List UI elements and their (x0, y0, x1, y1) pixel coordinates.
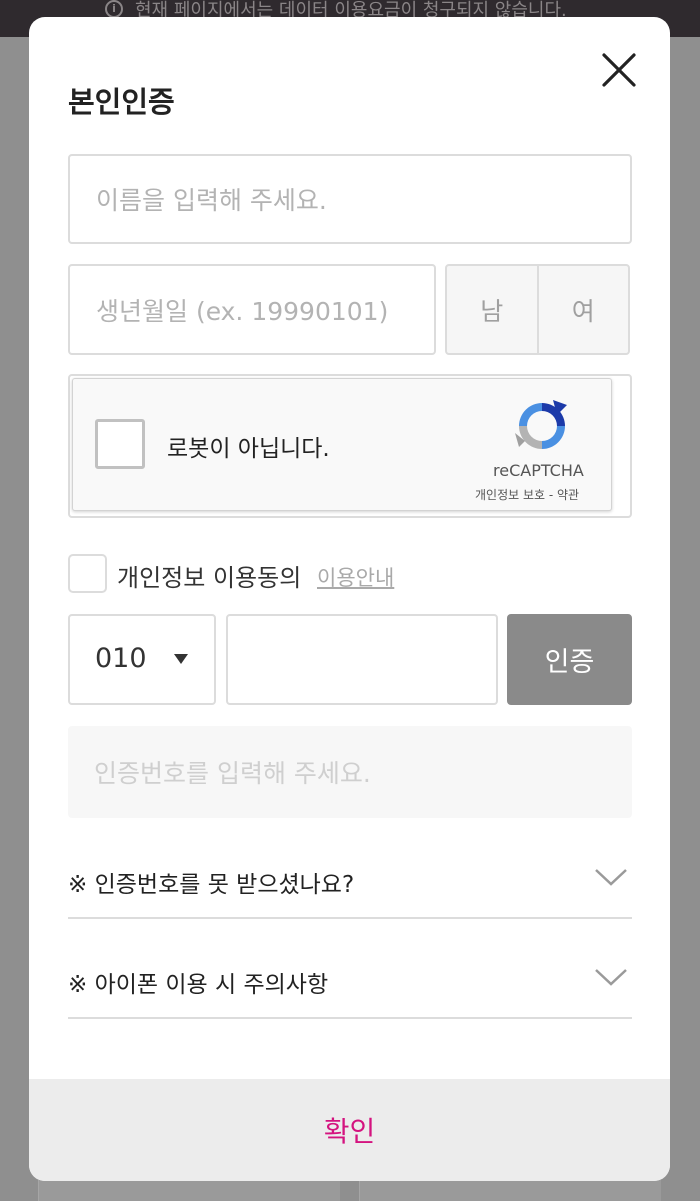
phone-number-input[interactable] (226, 614, 498, 705)
background-card (38, 1180, 340, 1201)
gender-male-button[interactable]: 남 (447, 266, 537, 353)
birthdate-input[interactable]: 생년월일 (ex. 19990101) (68, 264, 436, 355)
consent-label: 개인정보 이용동의 (117, 564, 302, 592)
phone-prefix-select[interactable]: 010 (68, 614, 216, 705)
consent-checkbox[interactable] (68, 554, 107, 593)
info-icon: i (105, 0, 123, 18)
chevron-down-icon (595, 869, 627, 886)
recaptcha-logo-icon (515, 400, 567, 449)
modal-title: 본인인증 (68, 85, 175, 119)
recaptcha-brand: reCAPTCHA (493, 461, 584, 480)
verify-button[interactable]: 인증 (507, 614, 632, 705)
chevron-down-icon (595, 969, 627, 986)
background-card (359, 1180, 661, 1201)
verification-code-input[interactable]: 인증번호를 입력해 주세요. (68, 726, 632, 818)
birthdate-placeholder: 생년월일 (ex. 19990101) (96, 296, 389, 326)
gender-toggle: 남 여 (445, 264, 630, 355)
identity-verification-modal: 본인인증 이름을 입력해 주세요. 생년월일 (ex. 19990101) 남 … (29, 17, 670, 1181)
recaptcha-checkbox[interactable] (95, 419, 145, 469)
recaptcha-widget: 로봇이 아닙니다. reCAPTCHA 개인정보 보호 - 약관 (72, 378, 612, 511)
verification-code-placeholder: 인증번호를 입력해 주세요. (94, 759, 371, 788)
name-placeholder: 이름을 입력해 주세요. (96, 186, 327, 215)
accordion-no-code[interactable]: ※ 인증번호를 못 받으셨나요? (68, 839, 632, 919)
recaptcha-label: 로봇이 아닙니다. (167, 436, 330, 462)
close-button[interactable] (599, 50, 639, 90)
dropdown-arrow-icon (174, 654, 188, 664)
consent-info-link[interactable]: 이용안내 (317, 562, 394, 592)
accordion-iphone-notice[interactable]: ※ 아이폰 이용 시 주의사항 (68, 939, 632, 1019)
name-input[interactable]: 이름을 입력해 주세요. (68, 154, 632, 244)
phone-prefix-value: 010 (95, 643, 147, 674)
gender-female-button[interactable]: 여 (536, 266, 629, 353)
recaptcha-container: 로봇이 아닙니다. reCAPTCHA 개인정보 보호 - 약관 (68, 374, 632, 518)
accordion-label: ※ 아이폰 이용 시 주의사항 (68, 972, 329, 998)
recaptcha-links[interactable]: 개인정보 보호 - 약관 (475, 486, 579, 503)
confirm-button[interactable]: 확인 (29, 1079, 670, 1181)
close-icon (602, 53, 636, 87)
accordion-label: ※ 인증번호를 못 받으셨나요? (68, 872, 355, 898)
